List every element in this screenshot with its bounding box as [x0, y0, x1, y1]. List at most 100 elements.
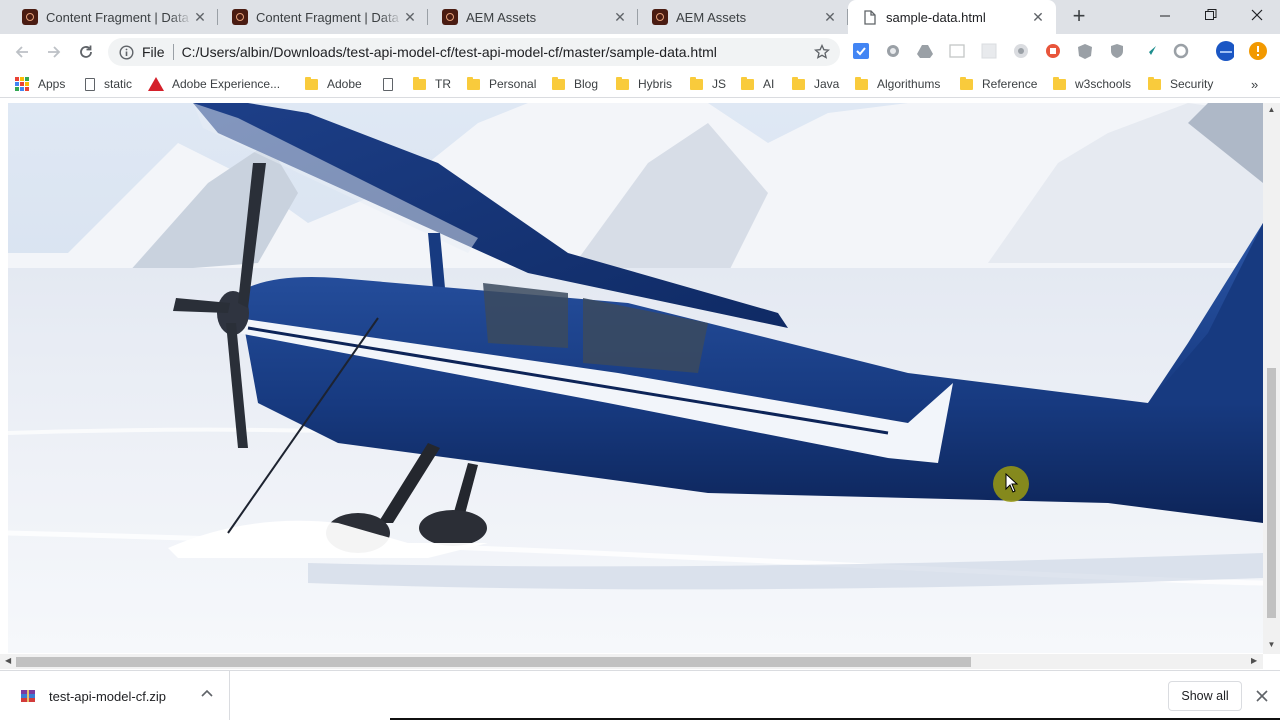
bookmark-star-icon[interactable] [810, 40, 834, 64]
aem-icon [652, 9, 668, 25]
reload-icon [80, 45, 92, 58]
bookmark-label: Reference [982, 77, 1038, 91]
bookmark-folder-ai[interactable]: AI [741, 75, 774, 93]
reload-button[interactable] [74, 40, 98, 64]
folder-icon [855, 76, 868, 90]
folder-icon [413, 76, 426, 90]
scroll-up-arrow-icon[interactable]: ▲ [1267, 105, 1276, 115]
close-icon[interactable]: ✕ [822, 9, 838, 25]
bookmark-label: Security [1170, 77, 1214, 91]
scroll-down-arrow-icon[interactable]: ▼ [1267, 640, 1276, 650]
sync-extension-icon[interactable] [1172, 42, 1190, 60]
bookmark-folder-js[interactable]: JS [690, 75, 726, 93]
vertical-scroll-thumb[interactable] [1267, 368, 1276, 618]
chrome-extension-icon[interactable] [1012, 42, 1030, 60]
circle-extension-icon[interactable] [884, 42, 902, 60]
tab-title: Content Fragment | Data M [256, 9, 402, 25]
bookmark-apps[interactable]: Apps [15, 75, 65, 93]
bookmark-folder-java[interactable]: Java [792, 75, 839, 93]
drive-extension-icon[interactable] [916, 42, 934, 60]
horizontal-scroll-thumb[interactable] [16, 657, 971, 667]
box-extension-icon[interactable] [980, 42, 998, 60]
bookmark-label: Adobe Experience... [172, 77, 281, 91]
bookmark-label: Blog [574, 77, 599, 91]
more-bookmarks-chevron-icon[interactable]: » [1251, 75, 1258, 93]
bookmark-label: Personal [489, 77, 537, 91]
url-scheme: File [142, 44, 165, 60]
url-divider [172, 44, 174, 60]
folder-icon [741, 76, 754, 90]
update-alert-icon[interactable] [1249, 42, 1267, 60]
bookmark-page[interactable] [383, 75, 402, 93]
back-button[interactable] [10, 40, 34, 64]
folder-icon [467, 76, 480, 90]
profile-avatar[interactable] [1216, 41, 1234, 61]
download-shelf: test-api-model-cf.zip Show all [0, 670, 1280, 720]
minimize-icon [1159, 15, 1170, 16]
bird-extension-icon[interactable] [1140, 42, 1158, 60]
aem-icon [22, 9, 38, 25]
document-icon [862, 9, 878, 25]
bookmark-folder-algorithums[interactable]: Algorithums [855, 75, 940, 93]
adobe-icon [148, 77, 164, 91]
tab-content-fragment-1[interactable]: Content Fragment | Data M ✕ [8, 0, 218, 34]
bookmark-folder-tr[interactable]: TR [413, 75, 451, 93]
red-extension-icon[interactable] [1044, 42, 1062, 60]
folder-icon [1148, 76, 1161, 90]
horizontal-scrollbar[interactable]: ◀ ▶ [0, 654, 1263, 669]
bookmark-adobe-experience[interactable]: Adobe Experience... [148, 75, 280, 93]
bookmark-folder-hybris[interactable]: Hybris [616, 75, 672, 93]
grid-extension-icon[interactable] [948, 42, 966, 60]
tab-title: sample-data.html [886, 9, 986, 25]
back-arrow-icon [15, 46, 28, 58]
close-window-button[interactable] [1234, 0, 1280, 30]
forward-button[interactable] [42, 40, 66, 64]
apps-icon [15, 77, 29, 91]
tab-strip: Content Fragment | Data M ✕ Content Frag… [0, 0, 1280, 34]
bookmark-static[interactable]: static [85, 75, 132, 93]
bookmark-folder-w3schools[interactable]: w3schools [1053, 75, 1131, 93]
restore-button[interactable] [1188, 0, 1234, 30]
minimize-button[interactable] [1142, 0, 1188, 30]
close-icon[interactable]: ✕ [612, 9, 628, 25]
aem-icon [232, 9, 248, 25]
scroll-left-arrow-icon[interactable]: ◀ [5, 656, 11, 665]
checklist-extension-icon[interactable] [852, 42, 870, 60]
folder-icon [1053, 76, 1066, 90]
tab-sample-data[interactable]: sample-data.html ✕ [848, 0, 1056, 34]
tab-content-fragment-2[interactable]: Content Fragment | Data M ✕ [218, 0, 428, 34]
url-text[interactable]: C:/Users/albin/Downloads/test-api-model-… [182, 44, 810, 60]
download-item[interactable]: test-api-model-cf.zip [0, 671, 230, 720]
new-tab-button[interactable]: + [1066, 5, 1092, 29]
scroll-right-arrow-icon[interactable]: ▶ [1251, 656, 1257, 665]
bookmark-folder-blog[interactable]: Blog [552, 75, 598, 93]
show-all-button[interactable]: Show all [1168, 681, 1242, 711]
bookmark-label: static [104, 77, 133, 91]
browser-window: Content Fragment | Data M ✕ Content Frag… [0, 0, 1280, 720]
folder-icon [960, 76, 973, 90]
page-icon [85, 77, 95, 91]
airplane-photo [8, 103, 1263, 653]
folder-icon [792, 76, 805, 90]
vertical-scrollbar[interactable]: ▲ ▼ [1263, 103, 1280, 654]
close-icon[interactable]: ✕ [402, 9, 418, 25]
tab-aem-assets-2[interactable]: AEM Assets ✕ [638, 0, 848, 34]
bookmarks-bar: Apps static Adobe Experience... Adobe TR… [0, 70, 1280, 98]
chevron-up-icon[interactable] [199, 686, 215, 702]
bookmark-folder-security[interactable]: Security [1148, 75, 1213, 93]
download-filename: test-api-model-cf.zip [49, 688, 167, 704]
tab-title: AEM Assets [466, 9, 537, 25]
close-icon[interactable] [1254, 688, 1270, 704]
close-icon[interactable]: ✕ [192, 9, 208, 25]
bookmark-folder-adobe[interactable]: Adobe [305, 75, 362, 93]
address-bar[interactable]: File C:/Users/albin/Downloads/test-api-m… [108, 38, 840, 66]
tab-aem-assets-1[interactable]: AEM Assets ✕ [428, 0, 638, 34]
tab-title: Content Fragment | Data M [46, 9, 192, 25]
shield-extension-icon[interactable] [1108, 42, 1126, 60]
bookmark-label: JS [712, 77, 727, 91]
bookmark-folder-personal[interactable]: Personal [467, 75, 536, 93]
info-icon[interactable] [118, 44, 134, 60]
bookmark-folder-reference[interactable]: Reference [960, 75, 1037, 93]
close-icon[interactable]: ✕ [1030, 9, 1046, 25]
angular-extension-icon[interactable] [1076, 42, 1094, 60]
